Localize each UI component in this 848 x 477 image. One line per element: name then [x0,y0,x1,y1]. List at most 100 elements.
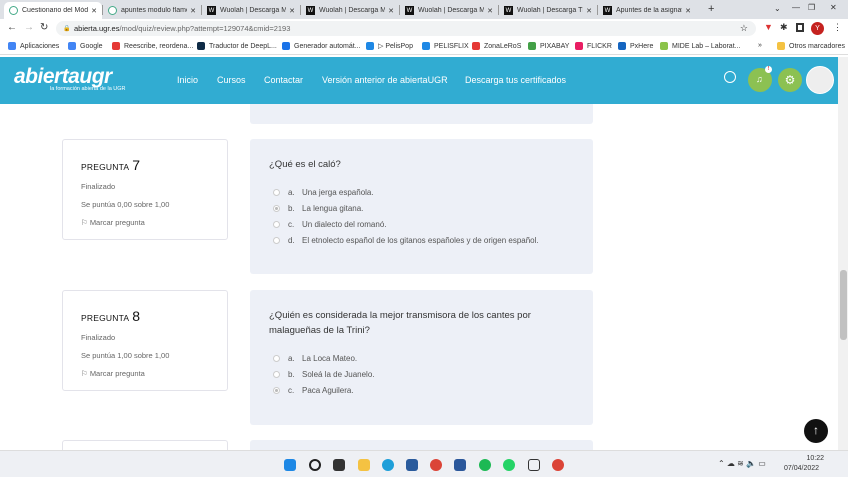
tab-separator [201,5,202,15]
restore-icon[interactable]: ❐ [808,3,815,12]
browser-tab[interactable]: W Wuolah | Descarga Mo ✕ [400,2,498,19]
nav-certificados[interactable]: Descarga tus certificados [465,75,566,85]
url-input[interactable]: 🔒 abierta.ugr.es/mod/quiz/review.php?atte… [56,21,756,36]
option-letter: a. [288,187,295,197]
windows-taskbar: ⌃ ☁ ≋ 🔈 ▭ 10:22 07/04/2022 [0,450,848,477]
notifications-button[interactable]: ♫! [748,66,772,92]
edge-icon[interactable] [382,459,394,471]
bookmark-item[interactable]: Aplicaciones [8,42,59,50]
task-view-icon[interactable] [333,459,345,471]
extension-icon[interactable]: ▼ [764,22,773,32]
bookmark-label: ▷ PelisPop [378,43,413,50]
windows-start-icon[interactable] [284,459,296,471]
app-icon[interactable] [528,459,540,471]
star-icon[interactable]: ☆ [740,23,748,34]
reload-icon[interactable]: ↻ [40,22,48,33]
close-window-icon[interactable]: ✕ [830,3,837,12]
url-domain: abierta.ugr.es [74,24,120,33]
browser-tab[interactable]: W Wuolah | Descarga Mo ✕ [301,2,399,19]
radio-button [273,204,280,212]
question-state: Finalizado [81,333,116,342]
file-explorer-icon[interactable] [358,459,370,471]
option-letter: c. [288,385,295,395]
more-bookmarks-icon[interactable]: » [758,42,762,49]
bookmark-item[interactable]: ▷ PelisPop [366,42,413,50]
store-icon[interactable] [406,459,418,471]
question-label: PREGUNTA [81,313,130,323]
bookmark-item[interactable]: FLICKR [575,42,612,50]
flag-question-link[interactable]: ⚐ Marcar pregunta [81,218,209,227]
question-score: Se puntúa 1,00 sobre 1,00 [81,351,170,360]
back-icon[interactable]: ← [7,22,17,33]
bookmark-item[interactable]: MIDE Lab – Laborat... [660,42,740,50]
profile-avatar[interactable]: Y [811,22,824,35]
minimize-icon[interactable]: — [792,3,800,12]
bookmark-item[interactable]: Google [68,42,103,50]
nav-inicio[interactable]: Inicio [177,75,198,85]
browser-tab[interactable]: W Wuolah | Descarga TE ✕ [499,2,597,19]
close-tab-icon[interactable]: ✕ [685,7,691,15]
tab-title: apuntes modulo flamenco [121,7,187,14]
bookmark-favicon-icon [618,42,626,50]
bookmark-item[interactable]: PIXABAY [528,42,569,50]
chrome-icon[interactable] [430,459,442,471]
flag-question-link[interactable]: ⚐ Marcar pregunta [81,369,209,378]
extensions-puzzle-icon[interactable]: ✱ [780,22,788,33]
site-logo[interactable]: abiertaugr la formación abierta de la UG… [14,65,126,92]
back-to-top-button[interactable]: ↑ [804,419,828,443]
wuolah-favicon-icon: W [306,6,315,15]
close-tab-icon[interactable]: ✕ [190,7,196,15]
tab-separator [399,5,400,15]
bookmark-favicon-icon [528,42,536,50]
bookmark-item[interactable]: Generador automát... [282,42,361,50]
bookmark-item[interactable]: ZonaLeRoS [472,42,521,50]
bookmark-favicon-icon [660,42,668,50]
clock-time[interactable]: 10:22 [792,455,824,462]
scrollbar-thumb[interactable] [840,270,847,340]
tab-separator [300,5,301,15]
browser-tab[interactable]: apuntes modulo flamenco✕ [103,2,201,19]
close-tab-icon[interactable]: ✕ [586,7,592,15]
new-tab-button[interactable]: + [708,3,714,15]
word-icon[interactable] [454,459,466,471]
nav-version-anterior[interactable]: Versión anterior de abiertaUGR [322,75,448,85]
user-avatar[interactable] [806,66,834,94]
bookmark-item[interactable]: Reescribe, reordena... [112,42,193,50]
radio-button [273,236,280,244]
bookmark-item[interactable]: Traductor de DeepL... [197,42,277,50]
gear-icon[interactable]: ⚙ [778,68,802,92]
chrome-profile-icon[interactable] [552,459,564,471]
whatsapp-icon[interactable] [503,459,515,471]
forward-icon[interactable]: → [24,22,34,33]
radio-button [273,370,280,378]
tray-icons[interactable]: ⌃ ☁ ≋ 🔈 ▭ [718,459,766,468]
radio-button [273,188,280,196]
browser-tab[interactable]: W Apuntes de la asignatura✕ [598,2,696,19]
spotify-icon[interactable] [479,459,491,471]
other-bookmarks[interactable]: Otros marcadores [777,42,845,50]
answer-option: a. Una jerga española. [269,184,574,200]
search-icon[interactable] [724,71,736,83]
question-score: Se puntúa 0,00 sobre 1,00 [81,200,170,209]
page-scrollbar[interactable] [838,57,848,450]
close-tab-icon[interactable]: ✕ [388,7,394,15]
bookmark-item[interactable]: PxHere [618,42,653,50]
nav-contactar[interactable]: Contactar [264,75,303,85]
browser-tab[interactable]: Cuestionario del Módulo✕ [4,2,102,19]
menu-icon[interactable]: ⋮ [833,22,842,33]
bookmark-item[interactable]: PELISFLIX [422,42,469,50]
tab-search-icon[interactable]: ⌄ [774,4,781,13]
close-tab-icon[interactable]: ✕ [91,7,97,15]
close-tab-icon[interactable]: ✕ [487,7,493,15]
close-tab-icon[interactable]: ✕ [289,7,295,15]
sidepanel-icon[interactable] [796,23,804,32]
option-text: Soleá la de Juanelo. [302,369,375,379]
clock-date[interactable]: 07/04/2022 [784,465,819,472]
browser-tab[interactable]: W Wuolah | Descarga Mo ✕ [202,2,300,19]
nav-cursos[interactable]: Cursos [217,75,246,85]
tab-title: Apuntes de la asignatura [616,7,682,14]
flag-icon: ⚐ [81,218,90,227]
tab-title: Cuestionario del Módulo [22,7,89,14]
bell-icon: ♫ [756,74,763,84]
search-taskbar-icon[interactable] [309,459,321,471]
